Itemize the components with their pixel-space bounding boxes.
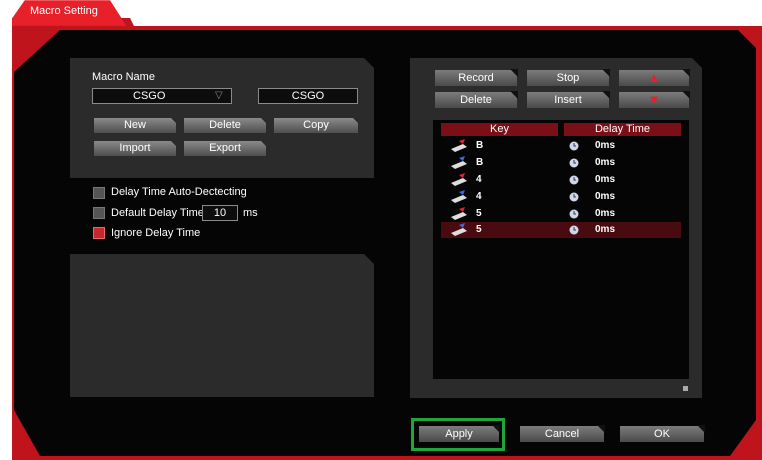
triangle-up-icon: ▲ [647,70,661,85]
clock-icon [569,209,579,222]
step-delay: 0ms [595,140,616,151]
cancel-button[interactable]: Cancel [520,425,605,442]
clock-icon [569,192,579,205]
triangle-down-icon: ▼ [647,92,661,107]
step-key: B [476,157,484,168]
default-delay-unit: ms [243,207,258,219]
key-release-icon [449,223,469,240]
table-row-selected[interactable]: 5 0ms [441,222,681,238]
macro-info-panel [70,254,374,397]
resize-handle-icon[interactable] [683,386,688,391]
delete-step-button[interactable]: Delete [435,91,518,108]
step-delay: 0ms [595,174,616,185]
key-press-icon [449,139,469,156]
table-row[interactable]: B 0ms [441,138,681,154]
move-up-button[interactable]: ▲ [619,69,690,86]
delete-macro-button[interactable]: Delete [184,117,267,133]
step-delay: 0ms [595,157,616,168]
stop-button[interactable]: Stop [527,69,610,86]
move-down-button[interactable]: ▼ [619,91,690,108]
import-button[interactable]: Import [94,140,177,156]
step-key: 4 [476,191,482,202]
default-delay-input[interactable]: 10 [202,205,238,221]
clock-icon [569,225,579,238]
ignore-delay-checkbox[interactable] [93,227,105,239]
apply-button[interactable]: Apply [419,425,500,442]
step-delay: 0ms [595,224,616,235]
new-button[interactable]: New [94,117,177,133]
step-delay: 0ms [595,191,616,202]
clock-icon [569,175,579,188]
auto-detect-label: Delay Time Auto-Dectecting [111,186,247,198]
column-header-delay: Delay Time [564,123,681,136]
step-key: 5 [476,208,482,219]
table-row[interactable]: 4 0ms [441,189,681,205]
step-key: B [476,140,484,151]
key-press-icon [449,173,469,190]
chevron-down-icon: ▽ [215,90,223,101]
macro-select-value: CSGO [133,90,166,102]
macro-name-label: Macro Name [92,71,155,83]
clock-icon [569,141,579,154]
key-release-icon [449,156,469,173]
clock-icon [569,158,579,171]
macro-select[interactable]: CSGO ▽ [92,88,232,104]
export-button[interactable]: Export [184,140,267,156]
default-delay-checkbox[interactable] [93,207,105,219]
default-delay-label: Default Delay Time [111,207,204,219]
tab-macro-setting[interactable]: Macro Setting [30,5,98,17]
step-key: 4 [476,174,482,185]
record-button[interactable]: Record [435,69,518,86]
macro-name-input[interactable]: CSGO [258,88,358,104]
auto-detect-checkbox[interactable] [93,187,105,199]
key-release-icon [449,190,469,207]
table-row[interactable]: B 0ms [441,155,681,171]
step-delay: 0ms [595,208,616,219]
table-row[interactable]: 5 0ms [441,206,681,222]
step-key: 5 [476,224,482,235]
ok-button[interactable]: OK [620,425,705,442]
column-header-key: Key [441,123,558,136]
table-row[interactable]: 4 0ms [441,172,681,188]
copy-button[interactable]: Copy [274,117,359,133]
insert-button[interactable]: Insert [527,91,610,108]
ignore-delay-label: Ignore Delay Time [111,227,201,239]
